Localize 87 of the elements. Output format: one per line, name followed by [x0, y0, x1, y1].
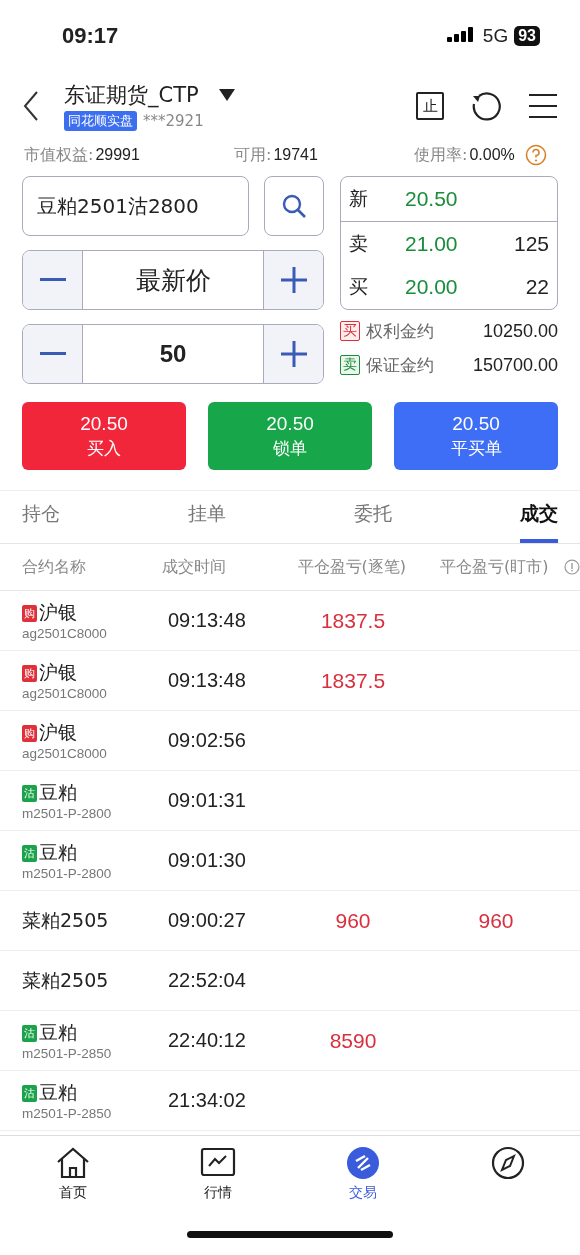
quote-label: 新 [349, 186, 369, 211]
tab[interactable]: 持仓 [22, 491, 60, 543]
column-header: 平仓盈亏(逐笔) [296, 556, 408, 578]
tab[interactable]: 委托 [354, 491, 392, 543]
margin-label: 保证金约 [366, 353, 434, 377]
summary-value: 19741 [273, 145, 318, 164]
side-tag: 卖 [340, 355, 360, 375]
account-number: ***2921 [143, 112, 204, 130]
trade-time: 09:00:27 [167, 909, 246, 931]
account-badge: 同花顺实盘 [64, 111, 137, 131]
column-header: 合约名称 [22, 556, 87, 578]
margin-value: 10250.00 [482, 320, 558, 342]
compass-icon [489, 1146, 526, 1180]
pnl-value: 1837.5 [320, 668, 386, 692]
contract-name: 豆粕 [39, 840, 77, 865]
tab[interactable]: 挂单 [188, 491, 226, 543]
contract-field[interactable]: 豆粕2501沽2800 [22, 176, 250, 236]
option-tag: 沽 [22, 784, 37, 802]
trade-time: 21:34:02 [167, 1089, 246, 1111]
pnl-value: 1837.5 [320, 608, 386, 632]
quote-volume: 22 [525, 275, 549, 300]
nav-item[interactable]: 交易 [322, 1146, 403, 1215]
summary-label: 可用: [234, 144, 272, 166]
contract-name: 豆粕 [39, 1020, 77, 1045]
search-button[interactable] [264, 176, 324, 236]
summary-value: 0.00% [469, 145, 515, 164]
trade-time: 22:52:04 [167, 969, 246, 991]
contract-code: m2501-P-2850 [22, 1106, 113, 1121]
quote-price: 20.50 [405, 187, 458, 211]
contract-name: 豆粕 [39, 780, 77, 805]
contract-code: m2501-P-2800 [22, 866, 113, 881]
margin-value: 150700.00 [472, 354, 558, 376]
summary-label: 使用率: [414, 144, 468, 166]
quote-price: 21.00 [405, 231, 458, 256]
contract-name: 菜粕2505 [22, 907, 109, 933]
battery-level: 93 [514, 26, 540, 46]
option-tag: 沽 [22, 1024, 37, 1042]
margin-label: 权利金约 [366, 319, 434, 343]
info-icon[interactable] [564, 559, 580, 575]
status-time: 09:17 [62, 23, 119, 49]
account-title[interactable]: 东证期货_CTP [64, 81, 199, 109]
quote-label: 买 [349, 274, 369, 300]
summary-value: 29991 [95, 145, 140, 164]
option-tag: 购 [22, 604, 37, 622]
trade-icon [344, 1146, 381, 1180]
trade-time: 09:02:56 [167, 729, 246, 751]
order-button[interactable]: 20.50 平买单 [394, 402, 558, 470]
help-icon[interactable] [524, 144, 547, 166]
contract-name: 沪银 [39, 660, 77, 685]
contract-code: ag2501C8000 [22, 626, 108, 641]
back-icon[interactable] [22, 90, 40, 122]
quote-volume: 125 [513, 231, 549, 256]
trade-time: 22:40:12 [167, 1029, 246, 1051]
trade-time: 09:01:30 [167, 849, 246, 871]
network-label: 5G [482, 25, 509, 47]
side-tag: 买 [340, 321, 360, 341]
column-header: 平仓盈亏(盯市) [439, 556, 550, 578]
tab[interactable]: 成交 [520, 491, 558, 543]
menu-icon[interactable] [528, 93, 558, 119]
trade-time: 09:01:31 [167, 789, 246, 811]
order-button[interactable]: 20.50 买入 [22, 402, 186, 470]
summary-label: 市值权益: [24, 144, 94, 166]
quote-label: 卖 [349, 230, 369, 256]
refresh-icon[interactable] [470, 90, 502, 122]
contract-code: ag2501C8000 [22, 686, 108, 701]
option-tag: 沽 [22, 1084, 37, 1102]
option-tag: 购 [22, 664, 37, 682]
option-tag: 购 [22, 724, 37, 742]
trade-time: 09:13:48 [167, 669, 246, 691]
column-header: 成交时间 [160, 556, 227, 578]
contract-name: 沪银 [39, 600, 77, 625]
dropdown-icon[interactable] [218, 89, 235, 101]
pnl-value: 960 [335, 908, 371, 932]
contract-name: 豆粕 [39, 1080, 77, 1105]
trade-time: 09:13:48 [167, 609, 246, 631]
contract-name: 沪银 [39, 720, 77, 745]
contract-code: ag2501C8000 [22, 746, 108, 761]
option-tag: 沽 [22, 844, 37, 862]
pnl-value: 8590 [329, 1028, 377, 1052]
stop-icon[interactable]: 止 [416, 92, 444, 120]
nav-item[interactable]: 行情 [177, 1146, 258, 1215]
contract-code: m2501-P-2800 [22, 806, 113, 821]
pnl-value: 960 [478, 908, 514, 932]
contract-name: 菜粕2505 [22, 967, 109, 993]
contract-code: m2501-P-2850 [22, 1046, 113, 1061]
nav-item[interactable]: 首页 [32, 1146, 113, 1215]
quote-price: 20.00 [405, 275, 458, 300]
